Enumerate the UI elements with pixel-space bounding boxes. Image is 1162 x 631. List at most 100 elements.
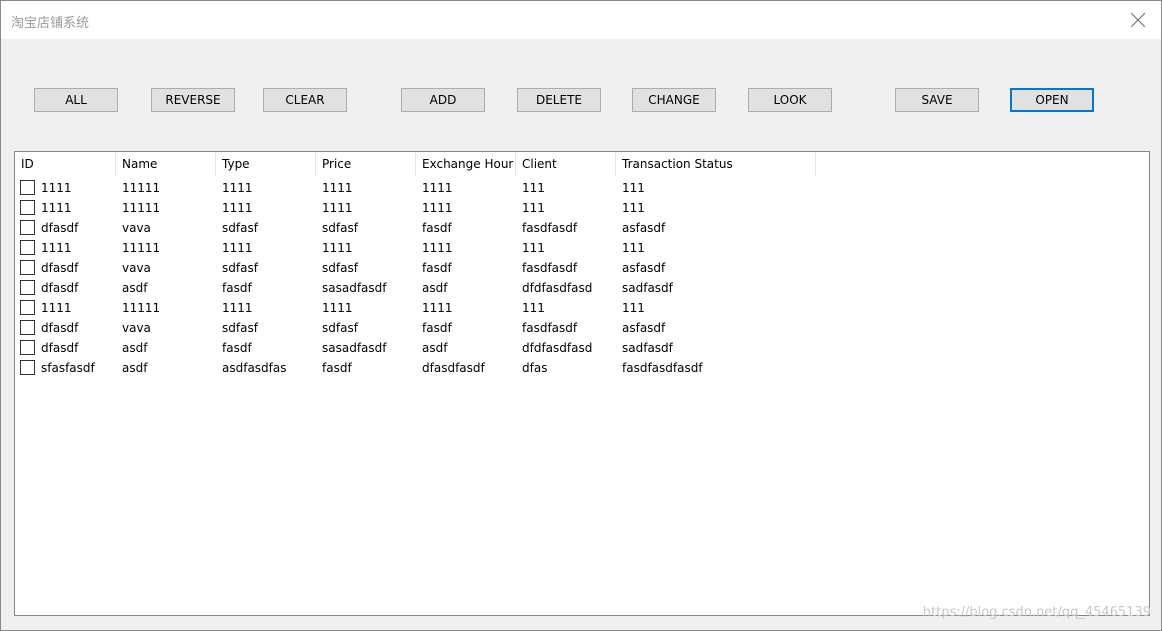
list-cell: 1111 bbox=[41, 241, 72, 255]
list-cell: 11111 bbox=[122, 301, 161, 315]
list-cell: sadfasdf bbox=[622, 341, 673, 355]
list-cell: sdfasf bbox=[222, 321, 258, 335]
list-cell: asfasdf bbox=[622, 261, 666, 275]
column-header-price[interactable]: Price bbox=[316, 152, 416, 176]
list-cell: 1111 bbox=[41, 201, 72, 215]
window-title: 淘宝店铺系统 bbox=[11, 16, 90, 31]
list-item[interactable]: 1111 11111 1111 1111 1111 111 111 bbox=[15, 298, 1149, 318]
list-cell: fasdf bbox=[222, 281, 252, 295]
list-cell: 111 bbox=[622, 301, 645, 315]
list-cell: 111 bbox=[522, 301, 545, 315]
list-cell: fasdf bbox=[322, 361, 352, 375]
list-cell: dfdfasdfasd bbox=[522, 341, 593, 355]
list-cell: 111 bbox=[522, 241, 545, 255]
list-cell: dfasdf bbox=[41, 261, 79, 275]
list-cell: asdf bbox=[122, 281, 148, 295]
list-item[interactable]: dfasdf vava sdfasf sdfasf fasdf fasdfasdf asfa… bbox=[15, 318, 1149, 338]
list-cell: asdf bbox=[422, 281, 448, 295]
list-cell: 11111 bbox=[122, 181, 161, 195]
change-button[interactable]: CHANGE bbox=[632, 88, 716, 112]
delete-button[interactable]: DELETE bbox=[517, 88, 601, 112]
list-cell: sdfasf bbox=[322, 221, 358, 235]
column-header-name[interactable]: Name bbox=[116, 152, 216, 176]
list-cell: vava bbox=[122, 321, 151, 335]
list-cell: sfasfasdf bbox=[41, 361, 95, 375]
column-header-client[interactable]: Client bbox=[516, 152, 616, 176]
list-cell: fasdf bbox=[422, 221, 452, 235]
list-cell: 1111 bbox=[322, 301, 353, 315]
list-cell: dfas bbox=[522, 361, 548, 375]
list-cell: 11111 bbox=[122, 201, 161, 215]
list-cell: dfasdfasdf bbox=[422, 361, 485, 375]
list-cell: vava bbox=[122, 221, 151, 235]
title-bar: 淘宝店铺系统 bbox=[1, 1, 1161, 39]
list-cell: 1111 bbox=[222, 181, 253, 195]
list-item[interactable]: dfasdf asdf fasdf sasadfasdf asdf dfdfasdfasd… bbox=[15, 338, 1149, 358]
list-cell: asdf bbox=[122, 361, 148, 375]
list-cell: 1111 bbox=[422, 181, 453, 195]
list-cell: vava bbox=[122, 261, 151, 275]
column-header-type[interactable]: Type bbox=[216, 152, 316, 176]
clear-button[interactable]: CLEAR bbox=[263, 88, 347, 112]
list-cell: 1111 bbox=[222, 301, 253, 315]
list-cell: 1111 bbox=[41, 301, 72, 315]
list-cell: sdfasf bbox=[322, 261, 358, 275]
list-cell: 1111 bbox=[422, 241, 453, 255]
list-cell: 1111 bbox=[422, 201, 453, 215]
column-header-transaction-status[interactable]: Transaction Status bbox=[616, 152, 816, 176]
list-item[interactable]: dfasdf vava sdfasf sdfasf fasdf fasdfasdf asfa… bbox=[15, 218, 1149, 238]
list-cell: asfasdf bbox=[622, 321, 666, 335]
list-cell: 111 bbox=[622, 201, 645, 215]
list-cell: 1111 bbox=[222, 201, 253, 215]
list-cell: sasadfasdf bbox=[322, 341, 387, 355]
list-item[interactable]: dfasdf asdf fasdf sasadfasdf asdf dfdfasdfasd… bbox=[15, 278, 1149, 298]
list-cell: sadfasdf bbox=[622, 281, 673, 295]
list-cell: sdfasf bbox=[222, 221, 258, 235]
list-cell: fasdfasdf bbox=[522, 221, 578, 235]
list-cell: dfasdf bbox=[41, 281, 79, 295]
list-cell: 1111 bbox=[322, 201, 353, 215]
list-item[interactable]: sfasfasdf asdf asdfasdfas fasdf dfasdfasdf df… bbox=[15, 358, 1149, 378]
save-button[interactable]: SAVE bbox=[895, 88, 979, 112]
list-item[interactable]: 1111 11111 1111 1111 1111 111 111 bbox=[15, 238, 1149, 258]
list-cell: asdfasdfas bbox=[222, 361, 287, 375]
app-window: 淘宝店铺系统 ALL REVERSE CLEAR ADD DELETE CHAN… bbox=[0, 0, 1162, 631]
list-cell: 1111 bbox=[41, 181, 72, 195]
list-cell: dfdfasdfasd bbox=[522, 281, 593, 295]
close-button[interactable] bbox=[1115, 1, 1161, 39]
all-button[interactable]: ALL bbox=[34, 88, 118, 112]
list-cell: 1111 bbox=[322, 241, 353, 255]
list-cell: asdf bbox=[422, 341, 448, 355]
look-button[interactable]: LOOK bbox=[748, 88, 832, 112]
list-cell: dfasdf bbox=[41, 321, 79, 335]
column-header-id[interactable]: ID bbox=[15, 152, 116, 176]
list-cell: asfasdf bbox=[622, 221, 666, 235]
list-cell: fasdfasdf bbox=[522, 321, 578, 335]
list-cell: sasadfasdf bbox=[322, 281, 387, 295]
list-cell: 111 bbox=[522, 181, 545, 195]
list-cell: fasdf bbox=[422, 261, 452, 275]
add-button[interactable]: ADD bbox=[401, 88, 485, 112]
list-cell: 1111 bbox=[322, 181, 353, 195]
list-cell: 111 bbox=[622, 181, 645, 195]
list-cell: sdfasf bbox=[322, 321, 358, 335]
close-icon bbox=[1131, 13, 1145, 27]
list-cell: asdf bbox=[122, 341, 148, 355]
list-cell: fasdf bbox=[422, 321, 452, 335]
list-item[interactable]: 1111 11111 1111 1111 1111 111 111 bbox=[15, 178, 1149, 198]
list-item[interactable]: 1111 11111 1111 1111 1111 111 111 bbox=[15, 198, 1149, 218]
list-cell: 1111 bbox=[222, 241, 253, 255]
list-cell: 1111 bbox=[422, 301, 453, 315]
watermark-text: https://blog.csdn.net/qq_45465139 bbox=[922, 605, 1151, 620]
reverse-button[interactable]: REVERSE bbox=[151, 88, 235, 112]
list-item[interactable]: dfasdf vava sdfasf sdfasf fasdf fasdfasdf asfa… bbox=[15, 258, 1149, 278]
open-button[interactable]: OPEN bbox=[1010, 88, 1094, 112]
records-list-view[interactable]: ID Name Type Price Exchange Hour Client … bbox=[14, 151, 1150, 616]
column-header-exchange-hour[interactable]: Exchange Hour bbox=[416, 152, 516, 176]
list-cell: 111 bbox=[622, 241, 645, 255]
list-cell: 111 bbox=[522, 201, 545, 215]
list-cell: 11111 bbox=[122, 241, 161, 255]
list-cell: fasdf bbox=[222, 341, 252, 355]
list-cell: fasdfasdfasdf bbox=[622, 361, 703, 375]
list-cell: dfasdf bbox=[41, 221, 79, 235]
